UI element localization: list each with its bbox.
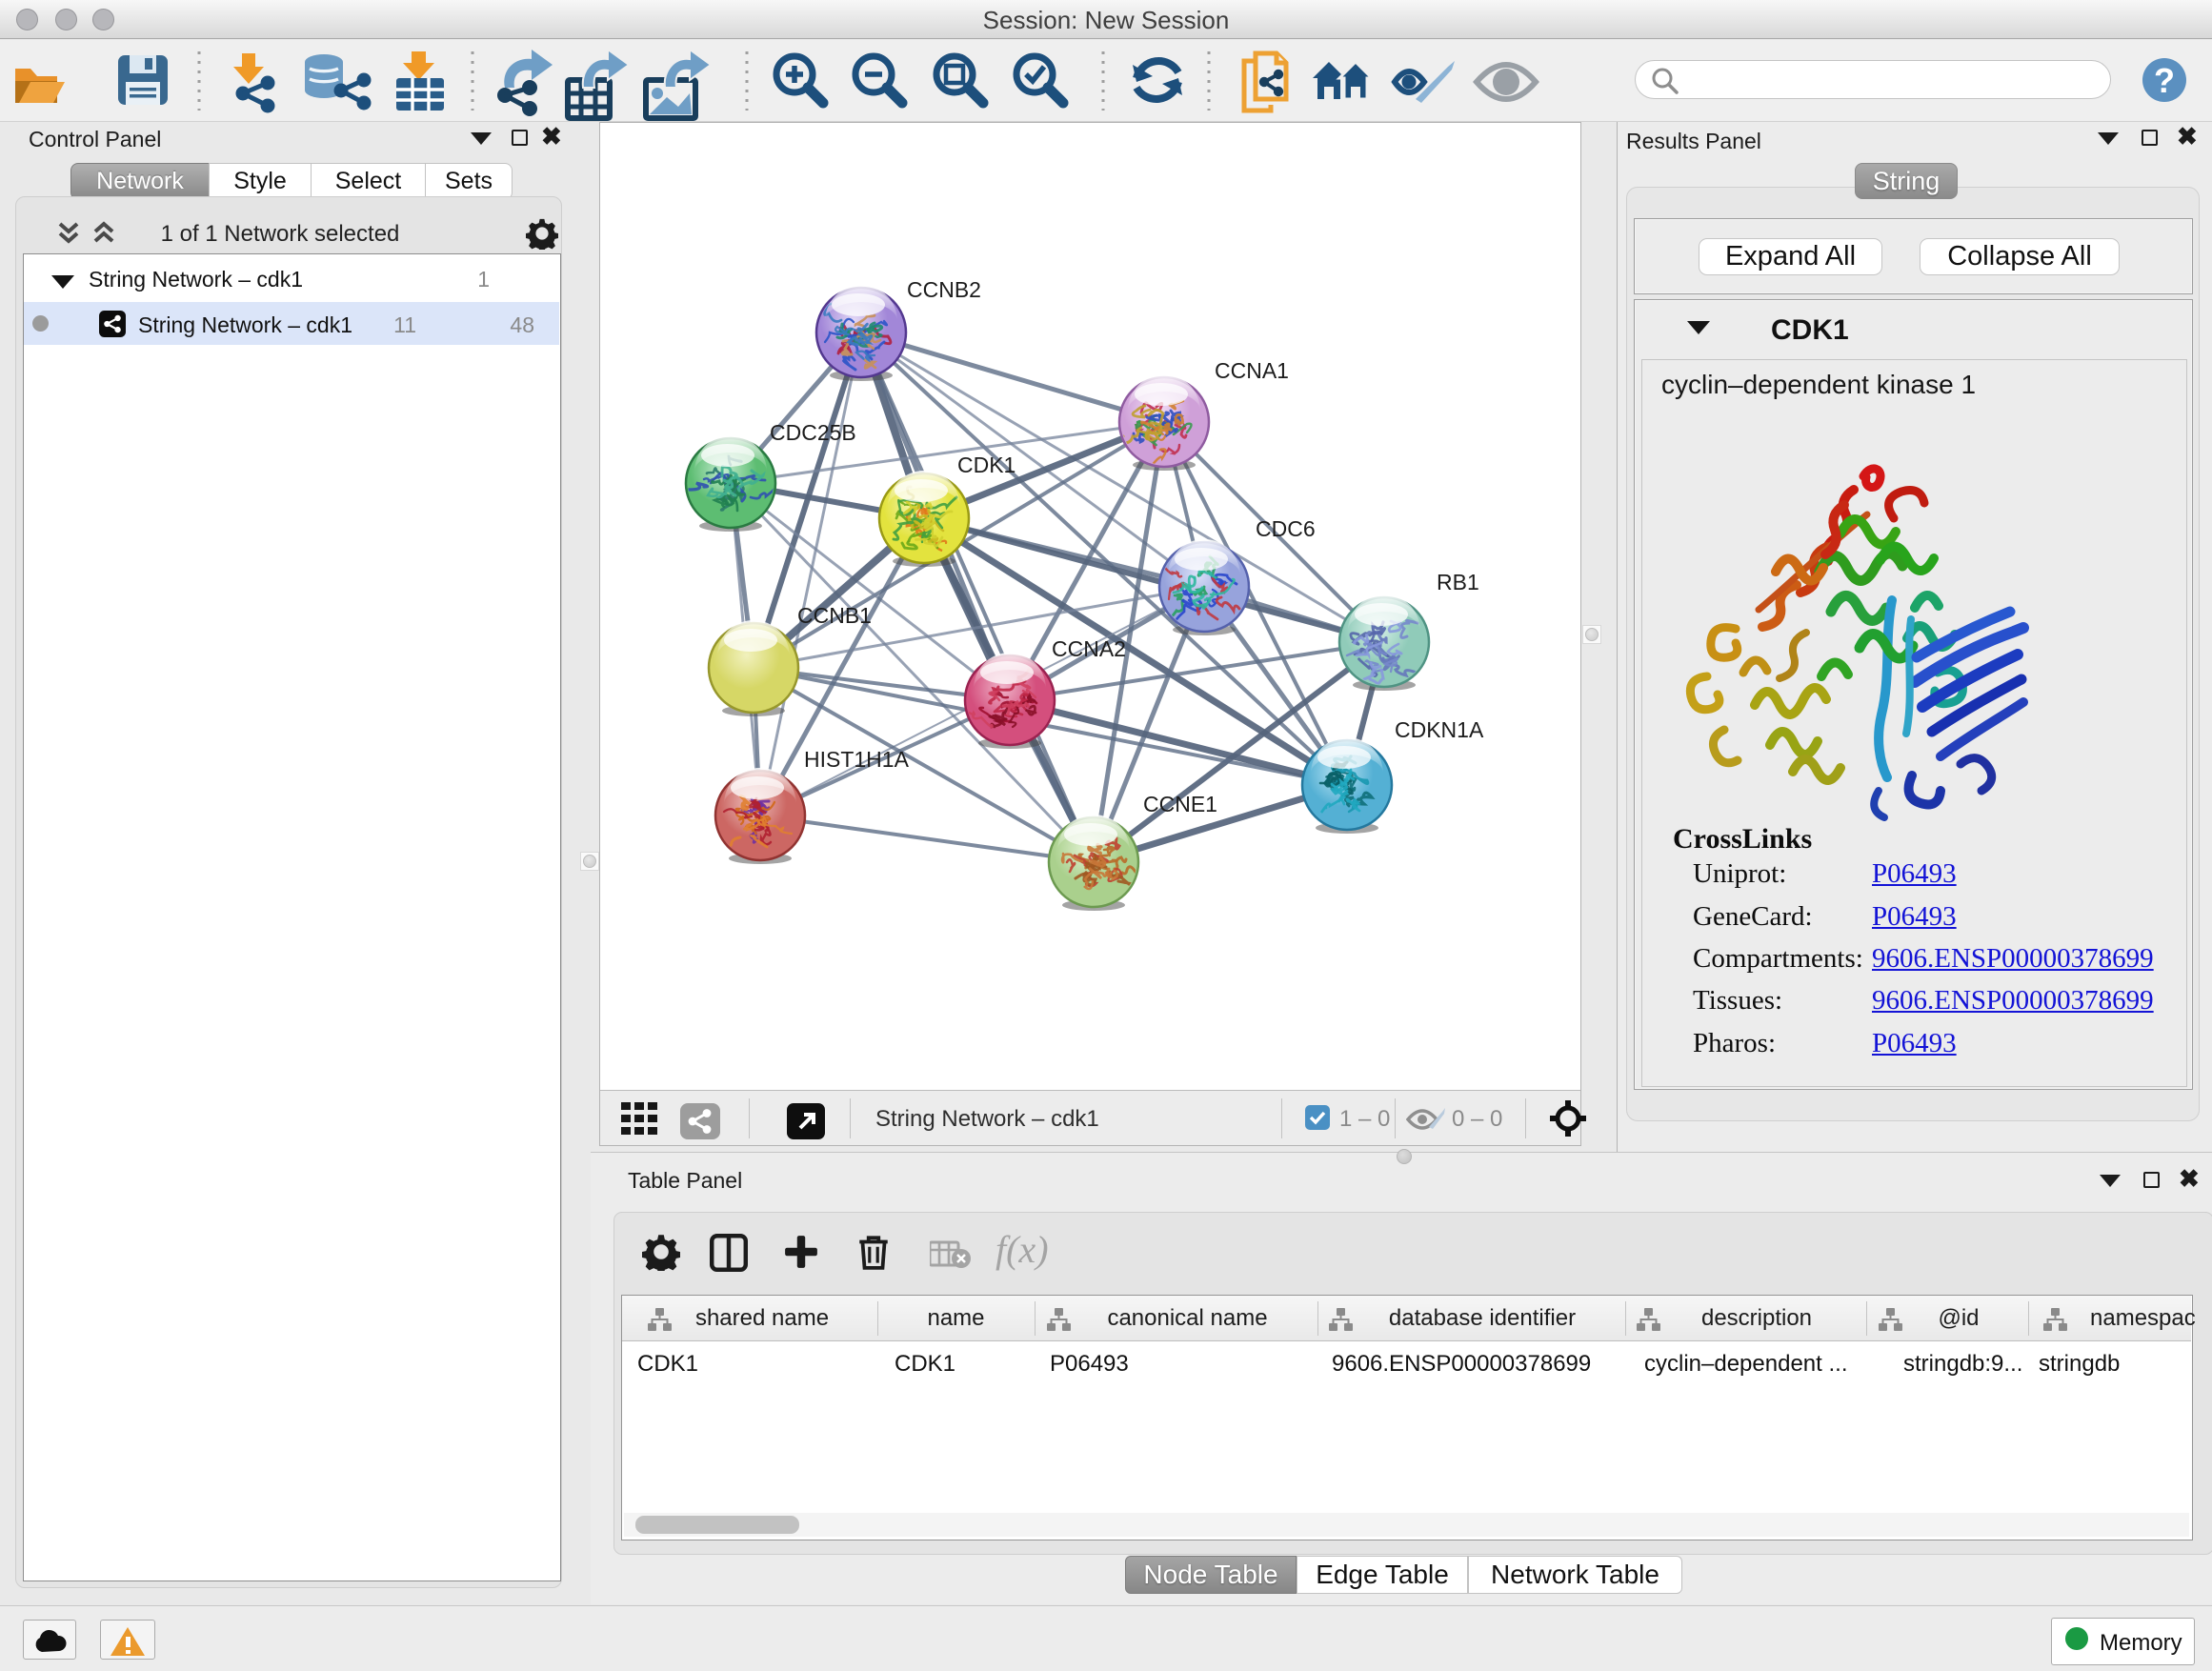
svg-text:CDK1: CDK1 (957, 453, 1016, 477)
svg-text:CDC6: CDC6 (1256, 516, 1316, 541)
svg-text:CCNA1: CCNA1 (1215, 358, 1289, 383)
svg-text:CCNE1: CCNE1 (1143, 792, 1217, 816)
svg-text:CCNA2: CCNA2 (1052, 636, 1126, 661)
svg-text:CCNB1: CCNB1 (797, 603, 872, 628)
svg-text:CDC25B: CDC25B (770, 420, 856, 445)
svg-text:?: ? (2154, 61, 2175, 100)
svg-text:HIST1H1A: HIST1H1A (804, 747, 910, 772)
svg-text:CCNB2: CCNB2 (907, 277, 981, 302)
svg-text:RB1: RB1 (1437, 570, 1479, 594)
svg-text:CDKN1A: CDKN1A (1395, 717, 1484, 742)
